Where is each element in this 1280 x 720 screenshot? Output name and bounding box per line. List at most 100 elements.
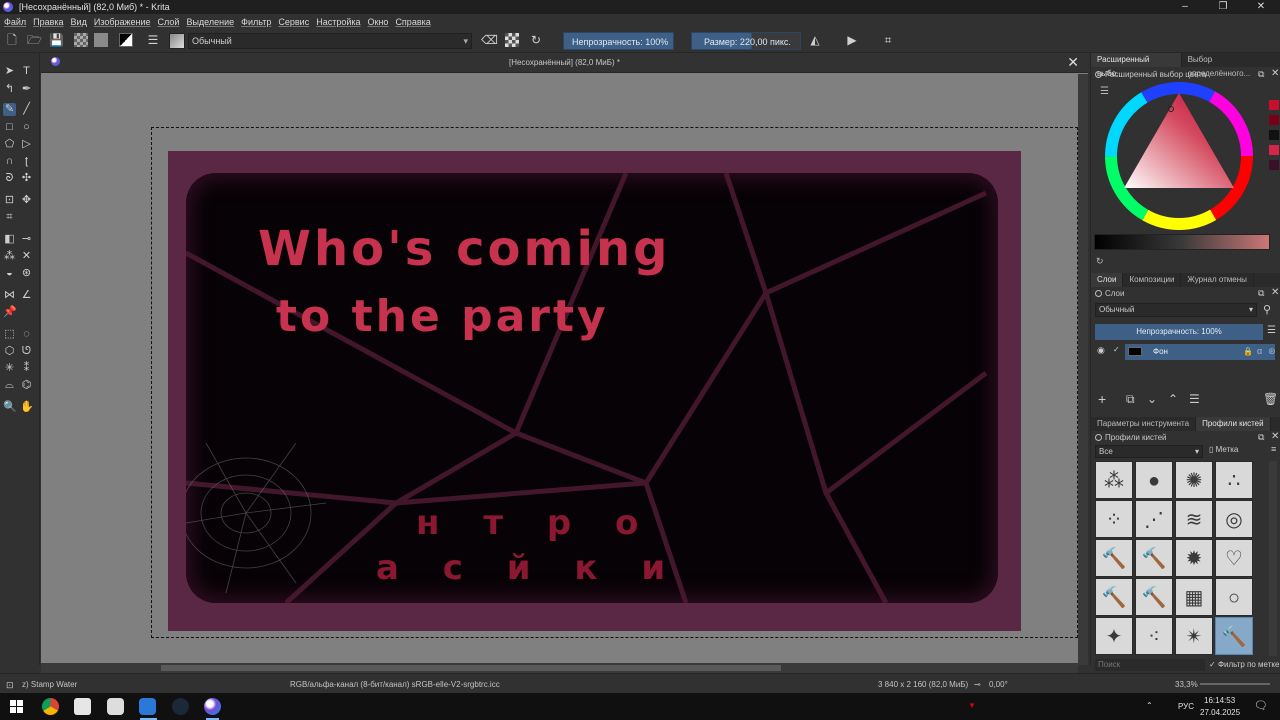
tab-compositions[interactable]: Композиции bbox=[1123, 273, 1182, 287]
tab-undo-history[interactable]: Журнал отмены bbox=[1181, 273, 1254, 287]
brush-preset-icon[interactable] bbox=[169, 33, 185, 49]
brush-search-input[interactable]: Поиск bbox=[1095, 659, 1205, 671]
rectangle-tool-icon[interactable]: □ bbox=[3, 121, 16, 134]
move-layer-down-icon[interactable]: ⌄ bbox=[1147, 392, 1157, 406]
close-panel-icon[interactable]: ✕ bbox=[1271, 68, 1279, 79]
brush-preset-item[interactable]: 🔨 bbox=[1095, 539, 1133, 577]
brush-preset-item[interactable]: ♡ bbox=[1215, 539, 1253, 577]
crop-tool-icon[interactable]: ⌗ bbox=[3, 211, 16, 224]
menu-view[interactable]: Вид bbox=[71, 17, 87, 27]
line-tool-icon[interactable]: ╱ bbox=[20, 103, 33, 116]
pattern-icon[interactable] bbox=[94, 33, 108, 47]
layer-menu-icon[interactable]: ☰ bbox=[1267, 325, 1276, 336]
menu-window[interactable]: Окно bbox=[368, 17, 389, 27]
brush-list-scrollbar[interactable] bbox=[1269, 461, 1277, 656]
layer-properties-icon[interactable]: ☰ bbox=[1189, 392, 1200, 406]
document-tab[interactable]: [Несохранённый] (82,0 МиБ) * ✕ bbox=[41, 53, 1088, 73]
notifications-icon[interactable]: 🗨 bbox=[1254, 699, 1268, 712]
menu-help[interactable]: Справка bbox=[395, 17, 430, 27]
text-tool-icon[interactable]: T bbox=[20, 65, 33, 78]
horizontal-scrollbar[interactable] bbox=[41, 663, 1078, 673]
menu-tools[interactable]: Сервис bbox=[278, 17, 309, 27]
freehand-select-tool-icon[interactable]: ᘎ bbox=[20, 345, 33, 358]
multibrush-tool-icon[interactable]: ✣ bbox=[20, 172, 33, 185]
brush-preset-item[interactable]: ⁖ bbox=[1135, 617, 1173, 655]
move-tool-icon[interactable]: ✥ bbox=[20, 194, 33, 207]
brush-preset-item[interactable]: ∴ bbox=[1215, 461, 1253, 499]
language-indicator[interactable]: РУС bbox=[1178, 702, 1194, 711]
tag-button[interactable]: ▯ Метка bbox=[1209, 445, 1238, 454]
ellipse-select-tool-icon[interactable]: ◌ bbox=[20, 328, 33, 341]
zoom-value[interactable]: 33,3% bbox=[1175, 680, 1198, 689]
layer-opacity-slider[interactable]: Непрозрачность: 100% bbox=[1095, 324, 1263, 340]
layer-inherit-icon[interactable]: ⊛ bbox=[1268, 346, 1276, 357]
similar-select-tool-icon[interactable]: ⁑ bbox=[20, 362, 33, 375]
brush-preset-item[interactable]: ≋ bbox=[1175, 500, 1213, 538]
swatch-red[interactable] bbox=[1269, 100, 1279, 110]
gradient-tool-icon[interactable]: ◧ bbox=[3, 233, 16, 246]
brush-preset-item[interactable]: ✴ bbox=[1175, 617, 1213, 655]
menu-edit[interactable]: Правка bbox=[33, 17, 63, 27]
crop-transform-tool-icon[interactable]: ⊡ bbox=[3, 194, 16, 207]
new-document-icon[interactable]: 🗋 bbox=[5, 33, 19, 47]
polygon-tool-icon[interactable]: ⬠ bbox=[3, 138, 16, 151]
brush-view-menu-icon[interactable]: ≡ bbox=[1271, 444, 1276, 454]
select-shapes-tool-icon[interactable]: ➤ bbox=[3, 65, 16, 78]
brush-preset-item[interactable]: ⁂ bbox=[1095, 461, 1133, 499]
tab-layers[interactable]: Слои bbox=[1091, 273, 1124, 287]
blend-mode-select[interactable]: Обычный ▾ bbox=[188, 33, 472, 49]
polyline-tool-icon[interactable]: ▷ bbox=[20, 138, 33, 151]
wrap-around-icon[interactable]: ⌗ bbox=[881, 33, 895, 47]
swatch-plum[interactable] bbox=[1269, 160, 1279, 170]
brush-preset-item[interactable]: ◎ bbox=[1215, 500, 1253, 538]
zoom-slider[interactable] bbox=[1200, 683, 1270, 685]
calligraphy-tool-icon[interactable]: ✒ bbox=[20, 83, 33, 96]
magnetic-select-tool-icon[interactable]: ⌬ bbox=[20, 379, 33, 392]
app-icon[interactable] bbox=[107, 698, 124, 715]
krita-taskbar-icon[interactable] bbox=[204, 698, 221, 715]
reference-tool-icon[interactable]: 📌 bbox=[3, 306, 17, 319]
rotation-value[interactable]: 0,00° bbox=[989, 680, 1008, 689]
freehand-path-tool-icon[interactable]: ʈ bbox=[20, 155, 33, 168]
pan-tool-icon[interactable]: ✋ bbox=[20, 401, 34, 414]
alpha-lock-icon[interactable] bbox=[505, 33, 519, 47]
vertical-scrollbar[interactable] bbox=[1078, 74, 1088, 665]
brush-preset-item[interactable]: ▦ bbox=[1175, 578, 1213, 616]
minimize-button[interactable]: – bbox=[1166, 0, 1204, 14]
tray-icon[interactable]: ▼ bbox=[968, 701, 976, 710]
rotation-icon[interactable]: ⊸ bbox=[974, 680, 981, 689]
brush-preset-item[interactable]: ✺ bbox=[1175, 461, 1213, 499]
tab-brush-presets[interactable]: Профили кистей bbox=[1196, 417, 1271, 431]
eraser-icon[interactable]: ⌫ bbox=[481, 33, 498, 47]
enclose-fill-tool-icon[interactable]: ⊛ bbox=[20, 267, 33, 280]
rect-select-tool-icon[interactable]: ⬚ bbox=[3, 328, 16, 341]
brush-preset-item[interactable]: 🔨 bbox=[1135, 578, 1173, 616]
swatch-dark-red[interactable] bbox=[1269, 115, 1279, 125]
gradient-icon[interactable] bbox=[74, 33, 88, 47]
swatch-black[interactable] bbox=[1269, 130, 1279, 140]
brush-preset-item[interactable]: 🔨 bbox=[1095, 578, 1133, 616]
mirror-vertical-icon[interactable]: ▶ bbox=[845, 33, 859, 47]
open-document-icon[interactable]: 🗁 bbox=[27, 33, 42, 47]
tray-chevron-icon[interactable]: ⌃ bbox=[1146, 701, 1153, 710]
clock-date[interactable]: 27.04.2025 bbox=[1200, 708, 1240, 717]
brush-preset-item[interactable]: 🔨 bbox=[1135, 539, 1173, 577]
assistant-tool-icon[interactable]: ⋈ bbox=[3, 289, 16, 302]
delete-layer-icon[interactable]: 🗑 bbox=[1263, 392, 1278, 406]
float-panel-icon[interactable]: ⧉ bbox=[1258, 288, 1264, 299]
visibility-eye-icon[interactable]: ◉ bbox=[1097, 345, 1105, 356]
menu-settings[interactable]: Настройка bbox=[316, 17, 360, 27]
brush-tag-filter[interactable]: Все ▾ bbox=[1095, 445, 1203, 458]
close-panel-icon[interactable]: ✕ bbox=[1271, 287, 1279, 298]
menu-layer[interactable]: Слой bbox=[158, 17, 180, 27]
scroll-thumb[interactable] bbox=[161, 665, 781, 671]
freehand-brush-tool-icon[interactable]: ✎ bbox=[3, 103, 16, 116]
maximize-button[interactable]: ❐ bbox=[1204, 0, 1242, 14]
menu-filter[interactable]: Фильтр bbox=[241, 17, 271, 27]
painting-canvas[interactable]: Who's coming to the party н т р о а с й … bbox=[168, 151, 1021, 631]
ellipse-tool-icon[interactable]: ○ bbox=[20, 121, 33, 134]
menu-image[interactable]: Изображение bbox=[94, 17, 151, 27]
brush-preset-item[interactable]: ✹ bbox=[1175, 539, 1213, 577]
brush-preset-item[interactable]: ✦ bbox=[1095, 617, 1133, 655]
colorize-mask-tool-icon[interactable]: ✕ bbox=[20, 250, 33, 263]
